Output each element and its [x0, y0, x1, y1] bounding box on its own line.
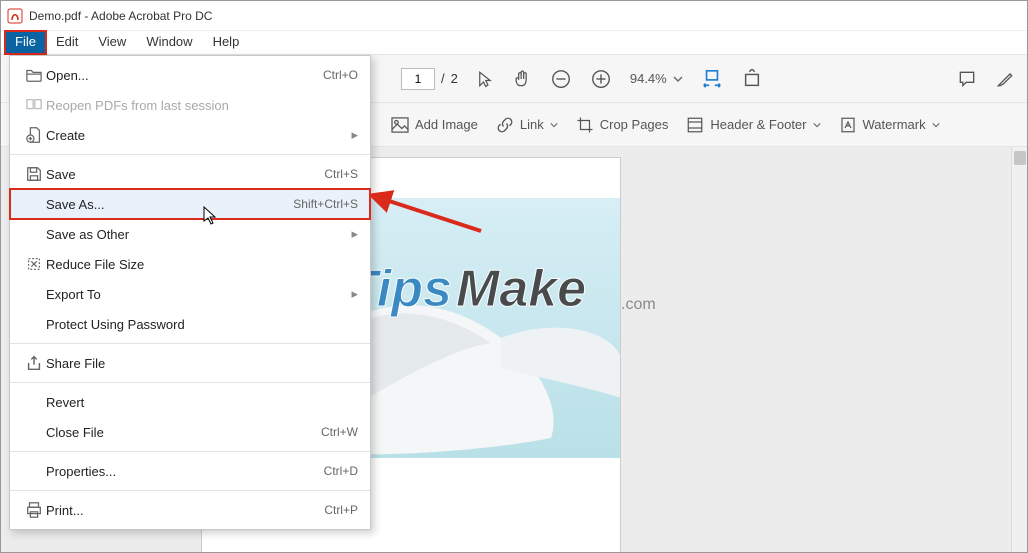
- add-image-label: Add Image: [415, 117, 478, 132]
- crop-pages-label: Crop Pages: [600, 117, 669, 132]
- crop-pages-button[interactable]: Crop Pages: [576, 116, 669, 134]
- comment-button[interactable]: [957, 69, 977, 89]
- zoom-in-button[interactable]: [590, 68, 612, 90]
- submenu-arrow-icon: ▸: [351, 286, 358, 302]
- vertical-scrollbar[interactable]: [1011, 147, 1027, 553]
- hand-tool[interactable]: [512, 69, 532, 89]
- page-total: 2: [451, 71, 458, 86]
- selection-tool[interactable]: [476, 70, 494, 88]
- file-menu-open[interactable]: Open... Ctrl+O: [10, 60, 370, 90]
- fit-width-button[interactable]: [701, 69, 723, 89]
- file-menu-protect[interactable]: Protect Using Password: [10, 309, 370, 339]
- zoom-level-label: 94.4%: [630, 71, 667, 86]
- file-menu-create[interactable]: Create ▸: [10, 120, 370, 150]
- scrollbar-thumb[interactable]: [1014, 151, 1026, 165]
- menu-window[interactable]: Window: [136, 31, 202, 54]
- menu-bar: File Edit View Window Help: [1, 31, 1027, 55]
- zoom-out-button[interactable]: [550, 68, 572, 90]
- menu-file[interactable]: File: [5, 31, 46, 54]
- chevron-down-icon: [550, 121, 558, 129]
- watermark-label: Watermark: [863, 117, 926, 132]
- file-menu-save-as[interactable]: Save As... Shift+Ctrl+S: [10, 189, 370, 219]
- file-menu-print[interactable]: Print... Ctrl+P: [10, 495, 370, 525]
- reopen-icon: [22, 97, 46, 113]
- menu-edit[interactable]: Edit: [46, 31, 88, 54]
- header-footer-button[interactable]: Header & Footer: [686, 116, 820, 134]
- share-icon: [22, 354, 46, 372]
- app-window: Demo.pdf - Adobe Acrobat Pro DC File Edi…: [0, 0, 1028, 553]
- save-icon: [22, 165, 46, 183]
- create-icon: [22, 126, 46, 144]
- add-image-button[interactable]: Add Image: [391, 117, 478, 133]
- page-current-input[interactable]: [401, 68, 435, 90]
- link-button[interactable]: Link: [496, 116, 558, 134]
- file-menu-save[interactable]: Save Ctrl+S: [10, 159, 370, 189]
- file-menu-reopen: Reopen PDFs from last session: [10, 90, 370, 120]
- file-menu-properties[interactable]: Properties... Ctrl+D: [10, 456, 370, 486]
- watermark-button[interactable]: Watermark: [839, 116, 940, 134]
- chevron-down-icon: [932, 121, 940, 129]
- menu-view[interactable]: View: [88, 31, 136, 54]
- file-menu-share[interactable]: Share File: [10, 348, 370, 378]
- file-menu-close[interactable]: Close File Ctrl+W: [10, 417, 370, 447]
- header-footer-label: Header & Footer: [710, 117, 806, 132]
- acrobat-icon: [7, 8, 23, 24]
- submenu-arrow-icon: ▸: [351, 127, 358, 143]
- menu-help[interactable]: Help: [203, 31, 250, 54]
- submenu-arrow-icon: ▸: [351, 226, 358, 242]
- scroll-mode-button[interactable]: [741, 69, 763, 89]
- window-title: Demo.pdf - Adobe Acrobat Pro DC: [29, 9, 212, 23]
- file-menu-dropdown: Open... Ctrl+O Reopen PDFs from last ses…: [9, 55, 371, 530]
- zoom-level-select[interactable]: 94.4%: [630, 71, 683, 86]
- file-menu-revert[interactable]: Revert: [10, 387, 370, 417]
- link-label: Link: [520, 117, 544, 132]
- title-bar: Demo.pdf - Adobe Acrobat Pro DC: [1, 1, 1027, 31]
- file-menu-export[interactable]: Export To ▸: [10, 279, 370, 309]
- chevron-down-icon: [813, 121, 821, 129]
- file-menu-reduce[interactable]: Reduce File Size: [10, 249, 370, 279]
- highlight-button[interactable]: [995, 69, 1015, 89]
- file-menu-save-other[interactable]: Save as Other ▸: [10, 219, 370, 249]
- print-icon: [22, 501, 46, 519]
- reduce-icon: [22, 255, 46, 273]
- page-nav: / 2: [401, 68, 458, 90]
- folder-open-icon: [22, 67, 46, 83]
- page-sep: /: [441, 71, 445, 86]
